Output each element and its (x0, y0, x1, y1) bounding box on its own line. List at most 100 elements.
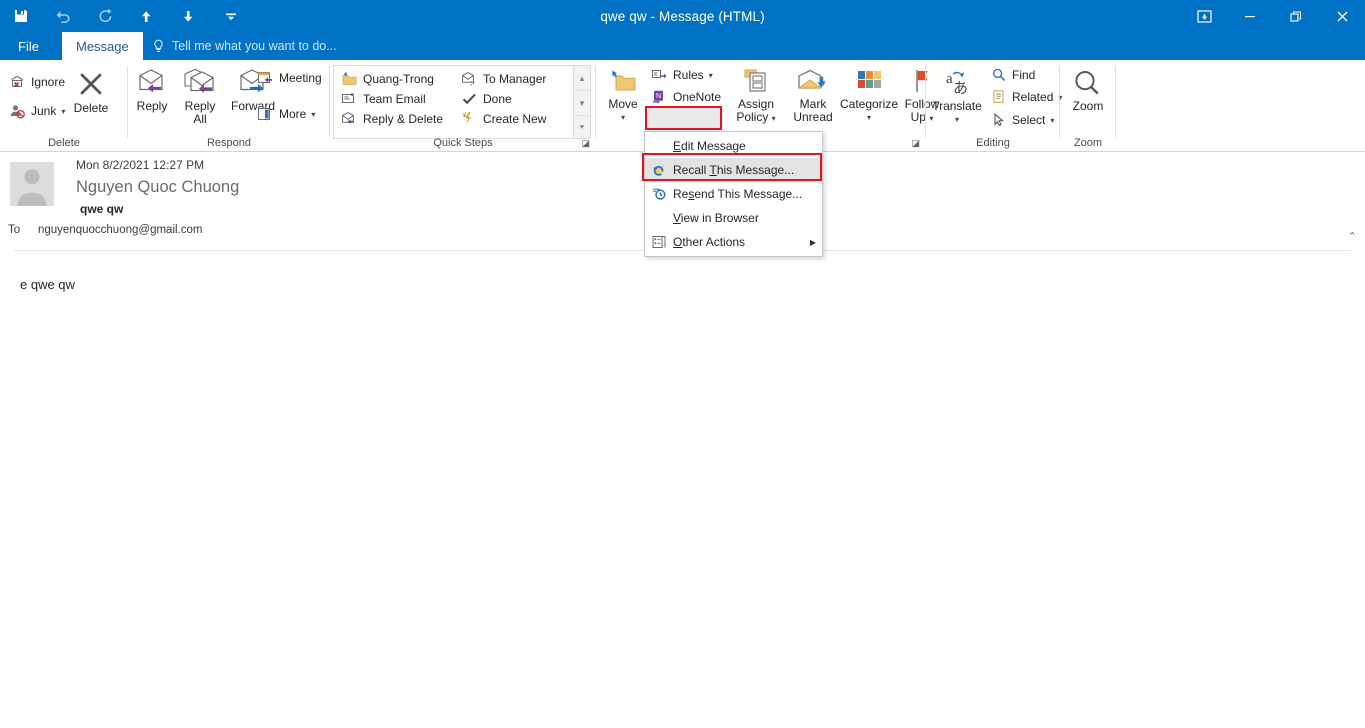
cursor-icon (991, 112, 1007, 128)
chevron-down-icon: ▾ (709, 72, 713, 80)
quick-step-quang-trong[interactable]: Quang-Trong (338, 69, 437, 89)
categorize-label: Categorize (840, 98, 898, 111)
quick-step-label: To Manager (483, 72, 546, 86)
close-icon[interactable] (1319, 0, 1365, 32)
menu-item-other-actions[interactable]: Other Actions ▶ (645, 230, 822, 254)
minimize-icon[interactable] (1227, 0, 1273, 32)
zoom-label: Zoom (1073, 100, 1104, 113)
tell-me-label: Tell me what you want to do... (172, 39, 337, 53)
tab-file[interactable]: File (4, 32, 53, 60)
translate-button[interactable]: aあ Translate ▾ (928, 68, 986, 123)
scroll-down-icon[interactable]: ▼ (574, 91, 590, 116)
tab-message[interactable]: Message (62, 32, 143, 60)
menu-item-view-in-browser[interactable]: View in Browser (645, 206, 822, 230)
quick-step-create-new[interactable]: Create New (458, 109, 549, 129)
customize-quick-access-toolbar-icon[interactable] (210, 1, 252, 31)
to-manager-icon (461, 71, 478, 87)
find-button[interactable]: Find (988, 65, 1038, 85)
translate-icon: aあ (940, 68, 974, 98)
quick-step-team-email[interactable]: Team Email (338, 89, 429, 109)
reply-all-icon (182, 68, 218, 98)
scroll-up-icon[interactable]: ▲ (574, 66, 590, 91)
ribbon-group-label-editing: Editing (926, 137, 1060, 149)
move-button[interactable]: Move ▾ (601, 68, 645, 121)
ribbon-tabs: File Message Tell me what you want to do… (0, 32, 1365, 60)
onenote-icon: N (651, 89, 668, 105)
mark-unread-icon (796, 68, 830, 96)
categorize-button[interactable]: Categorize ▾ (840, 68, 898, 121)
ignore-icon (9, 74, 26, 91)
create-new-icon (461, 111, 478, 127)
mark-unread-button[interactable]: Mark Unread (788, 68, 838, 124)
select-button[interactable]: Select ▾ (988, 110, 1057, 130)
chevron-down-icon: ▾ (867, 114, 871, 122)
next-item-icon[interactable] (168, 1, 210, 31)
reply-icon (135, 68, 169, 98)
quick-steps-scrollbar[interactable]: ▲ ▼ ⯆ (573, 66, 590, 138)
reply-label: Reply (137, 100, 168, 113)
restore-icon[interactable] (1273, 0, 1319, 32)
move-label: Move (608, 98, 637, 111)
save-icon[interactable] (0, 1, 42, 31)
quick-step-done[interactable]: Done (458, 89, 515, 109)
quick-steps-gallery[interactable]: Quang-Trong Team Email Reply & Delete To… (333, 65, 591, 139)
quick-access-toolbar (0, 0, 252, 32)
ribbon-group-label-quick-steps: Quick Steps (330, 137, 596, 149)
menu-item-resend-this-message[interactable]: Resend This Message... (645, 182, 822, 206)
ignore-button[interactable]: Ignore (6, 72, 68, 92)
mark-unread-label-2: Unread (793, 111, 832, 124)
redo-icon[interactable] (84, 1, 126, 31)
junk-button[interactable]: Junk ▾ (6, 101, 68, 121)
translate-label: Translate (932, 100, 982, 113)
meeting-button[interactable]: Meeting (254, 68, 325, 88)
svg-text:あ: あ (953, 80, 968, 97)
junk-label: Junk (31, 104, 56, 118)
undo-icon[interactable] (42, 1, 84, 31)
submenu-arrow-icon: ▶ (804, 238, 822, 247)
tags-dialog-launcher[interactable]: ◪ (911, 138, 920, 149)
message-sender[interactable]: Nguyen Quoc Chuong (76, 178, 239, 197)
zoom-button[interactable]: Zoom (1060, 68, 1116, 113)
quick-step-label: Quang-Trong (363, 72, 434, 86)
team-email-icon (341, 91, 358, 107)
delete-button[interactable]: Delete (66, 68, 116, 115)
chevron-down-icon: ▾ (772, 114, 776, 123)
ribbon-display-options-icon[interactable] (1181, 0, 1227, 32)
ribbon-group-respond: Reply Reply All Forward Meeting (128, 60, 330, 152)
lightbulb-icon (152, 39, 165, 53)
categorize-icon (854, 68, 884, 96)
assign-policy-icon (740, 68, 772, 96)
ribbon-group-delete: Ignore Junk ▾ Delete Delete (0, 60, 128, 152)
message-subject: qwe qw (80, 202, 123, 216)
rules-button[interactable]: Rules ▾ (648, 65, 716, 85)
previous-item-icon[interactable] (126, 1, 168, 31)
menu-item-edit-message[interactable]: Edit Message (645, 134, 822, 158)
quick-step-label: Done (483, 92, 512, 106)
menu-item-label: Resend This Message... (673, 187, 804, 201)
reply-all-button[interactable]: Reply All (176, 68, 224, 126)
meeting-label: Meeting (279, 71, 322, 85)
window-controls (1181, 0, 1365, 32)
ribbon-group-editing: aあ Translate ▾ Find Related ▾ Select ▾ E… (926, 60, 1060, 152)
message-body[interactable]: e qwe qw (20, 277, 75, 292)
to-recipient[interactable]: nguyenquocchuong@gmail.com (38, 224, 202, 236)
chevron-down-icon: ▾ (955, 116, 959, 124)
reply-button[interactable]: Reply (130, 68, 174, 113)
reply-all-label-2: All (193, 113, 206, 126)
quick-step-to-manager[interactable]: To Manager (458, 69, 549, 89)
related-label: Related (1012, 90, 1053, 104)
related-button[interactable]: Related ▾ (988, 87, 1065, 107)
tell-me-search[interactable]: Tell me what you want to do... (148, 32, 337, 60)
quick-steps-dialog-launcher[interactable]: ◪ (581, 138, 590, 149)
checkmark-icon (461, 91, 478, 107)
quick-step-reply-delete[interactable]: Reply & Delete (338, 109, 446, 129)
menu-item-recall-this-message[interactable]: Recall This Message... (645, 158, 822, 182)
ignore-label: Ignore (31, 75, 65, 89)
more-label: More (279, 107, 306, 121)
onenote-button[interactable]: N OneNote (648, 87, 724, 107)
collapse-header-icon[interactable]: ⌃ (1348, 230, 1357, 243)
more-button[interactable]: More ▾ (254, 104, 318, 124)
assign-policy-button[interactable]: Assign Policy ▾ (728, 68, 784, 124)
onenote-label: OneNote (673, 90, 721, 104)
ribbon-group-label-delete: Delete (0, 137, 128, 149)
